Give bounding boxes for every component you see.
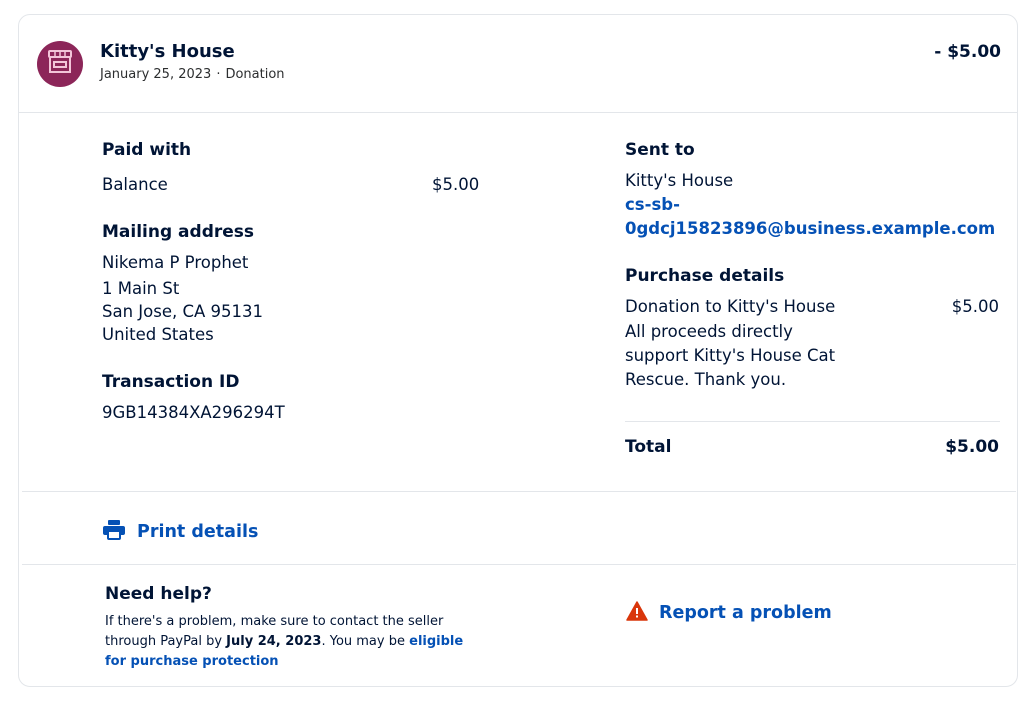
transaction-card: Kitty's House January 25, 2023 · Donation … bbox=[18, 14, 1018, 687]
recipient-email-line1[interactable]: cs-sb- bbox=[625, 193, 680, 217]
recipient-name: Kitty's House bbox=[625, 171, 734, 190]
merchant-name: Kitty's House bbox=[100, 41, 235, 62]
total-label: Total bbox=[625, 437, 672, 457]
report-problem-button[interactable]: Report a problem bbox=[626, 601, 832, 625]
section-divider-print bbox=[22, 491, 1016, 492]
meta-separator: · bbox=[216, 67, 221, 82]
purchase-item: Donation to Kitty's House bbox=[625, 297, 836, 316]
total-amount: $5.00 bbox=[945, 437, 999, 457]
total-divider bbox=[625, 421, 1000, 422]
purchase-desc-line1: All proceeds directly bbox=[625, 322, 793, 341]
transaction-id-label: Transaction ID bbox=[102, 372, 240, 392]
transaction-amount: - $5.00 bbox=[934, 42, 1001, 62]
merchant-avatar bbox=[37, 41, 83, 87]
help-text-part2: . You may be bbox=[321, 634, 410, 649]
print-details-button[interactable]: Print details bbox=[103, 520, 258, 544]
paid-with-label: Paid with bbox=[102, 140, 192, 160]
transaction-meta: January 25, 2023 · Donation bbox=[100, 67, 285, 82]
transaction-date: January 25, 2023 bbox=[100, 67, 212, 82]
transaction-header: Kitty's House January 25, 2023 · Donation … bbox=[19, 15, 1017, 113]
print-details-label: Print details bbox=[137, 522, 259, 542]
transaction-type: Donation bbox=[225, 67, 285, 82]
section-divider-help bbox=[22, 564, 1016, 565]
purchase-desc-line3: Rescue. Thank you. bbox=[625, 370, 787, 389]
payment-amount: $5.00 bbox=[432, 175, 480, 194]
need-help-text: If there's a problem, make sure to conta… bbox=[105, 612, 485, 672]
recipient-email-line2[interactable]: 0gdcj15823896@business.example.com bbox=[625, 217, 995, 241]
mailing-address-label: Mailing address bbox=[102, 222, 255, 242]
warning-icon bbox=[626, 601, 648, 625]
report-problem-label: Report a problem bbox=[659, 603, 832, 623]
address-street: 1 Main St bbox=[102, 279, 180, 298]
address-name: Nikema P Prophet bbox=[102, 253, 249, 272]
need-help-title: Need help? bbox=[105, 584, 212, 604]
store-icon bbox=[47, 50, 73, 78]
sent-to-label: Sent to bbox=[625, 140, 695, 160]
purchase-desc-line2: support Kitty's House Cat bbox=[625, 346, 836, 365]
address-city: San Jose, CA 95131 bbox=[102, 302, 264, 321]
transaction-id: 9GB14384XA296294T bbox=[102, 403, 285, 422]
payment-method: Balance bbox=[102, 175, 168, 194]
address-country: United States bbox=[102, 325, 214, 344]
printer-icon bbox=[103, 520, 125, 544]
help-deadline: July 24, 2023 bbox=[226, 634, 322, 649]
purchase-details-label: Purchase details bbox=[625, 266, 785, 286]
purchase-item-amount: $5.00 bbox=[951, 297, 999, 316]
